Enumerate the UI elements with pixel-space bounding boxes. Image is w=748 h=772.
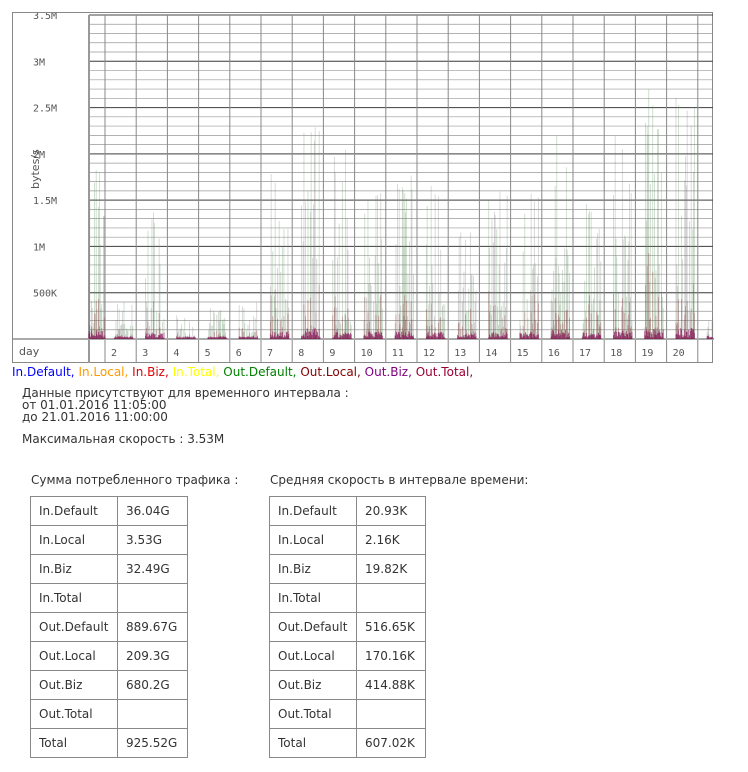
table-row: In.Default 36.04G <box>30 496 188 526</box>
x-tick-label: 6 <box>236 348 242 359</box>
metric-name: Out.Local <box>30 641 118 671</box>
table-row: Total 925.52G <box>30 728 188 758</box>
metric-value: 170.16K <box>356 641 426 671</box>
table-row: Out.Default 516.65K <box>269 612 426 642</box>
y-tick-label: 500K <box>33 289 57 300</box>
interval-info: Данные присутствуют для временного интер… <box>22 387 349 423</box>
metric-name: Total <box>30 728 118 758</box>
table-row: Out.Default 889.67G <box>30 612 188 642</box>
table-row: Out.Local 209.3G <box>30 641 188 671</box>
legend-in-biz: In.Biz, <box>132 365 169 379</box>
x-tick-label: 15 <box>517 348 529 359</box>
x-tick-label: 17 <box>579 348 591 359</box>
x-tick-label: 13 <box>454 348 466 359</box>
metric-value: 925.52G <box>117 728 188 758</box>
table-row: In.Total <box>30 583 188 613</box>
metric-name: Out.Local <box>269 641 357 671</box>
metric-name: Out.Default <box>269 612 357 642</box>
y-tick-label: 1.5M <box>33 196 57 207</box>
legend-out-default: Out.Default, <box>223 365 297 379</box>
metric-name: In.Default <box>30 496 118 526</box>
table-row: Out.Total <box>269 699 426 729</box>
table-row: Out.Biz 414.88K <box>269 670 426 700</box>
metric-name: Out.Total <box>30 699 118 729</box>
table-row: Out.Local 170.16K <box>269 641 426 671</box>
metric-value <box>117 583 188 613</box>
metric-value: 414.88K <box>356 670 426 700</box>
metric-name: Total <box>269 728 357 758</box>
y-tick-label: 3M <box>33 57 45 68</box>
table-row: Total 607.02K <box>269 728 426 758</box>
x-tick-label: 10 <box>361 348 373 359</box>
x-tick-label: 11 <box>392 348 404 359</box>
metric-name: Out.Biz <box>269 670 357 700</box>
metric-name: Out.Biz <box>30 670 118 700</box>
x-tick-label: 7 <box>267 348 273 359</box>
x-tick-label: 3 <box>142 348 148 359</box>
metric-name: In.Local <box>30 525 118 555</box>
metric-name: In.Biz <box>30 554 118 584</box>
table-row: In.Local 3.53G <box>30 525 188 555</box>
metric-name: In.Total <box>30 583 118 613</box>
metric-value: 36.04G <box>117 496 188 526</box>
metric-name: Out.Total <box>269 699 357 729</box>
table-row: In.Default 20.93K <box>269 496 426 526</box>
chart-legend: In.Default, In.Local, In.Biz, In.Total, … <box>12 365 473 379</box>
interval-to: до 21.01.2016 11:00:00 <box>22 410 168 424</box>
metric-value: 19.82K <box>356 554 426 584</box>
legend-out-biz: Out.Biz, <box>364 365 412 379</box>
legend-in-default: In.Default, <box>12 365 75 379</box>
table-row: In.Biz 32.49G <box>30 554 188 584</box>
max-speed: Максимальная скорость : 3.53M <box>22 432 225 446</box>
x-tick-label: 2 <box>111 348 117 359</box>
metric-name: In.Biz <box>269 554 357 584</box>
metric-value: 889.67G <box>117 612 188 642</box>
metric-name: In.Default <box>269 496 357 526</box>
y-tick-label: 2.5M <box>33 104 57 115</box>
metric-value: 680.2G <box>117 670 188 700</box>
x-tick-label: 14 <box>485 348 497 359</box>
x-tick-label: 18 <box>610 348 622 359</box>
metric-value <box>356 699 426 729</box>
chart-svg: 500K1M1.5M2M2.5M3M3.5Mbytes/sday 2 3 4 5 6 7 8 9… <box>13 13 714 363</box>
x-tick-label: 8 <box>298 348 304 359</box>
metric-value <box>356 583 426 613</box>
metric-value: 607.02K <box>356 728 426 758</box>
x-tick-label: 9 <box>329 348 335 359</box>
metric-value: 32.49G <box>117 554 188 584</box>
legend-out-total: Out.Total, <box>415 365 474 379</box>
metric-value: 516.65K <box>356 612 426 642</box>
legend-out-local: Out.Local, <box>300 365 361 379</box>
table-row: Out.Total <box>30 699 188 729</box>
x-tick-label: 12 <box>423 348 435 359</box>
metric-name: In.Local <box>269 525 357 555</box>
metric-value: 20.93K <box>356 496 426 526</box>
table-row: Out.Biz 680.2G <box>30 670 188 700</box>
legend-in-local: In.Local, <box>78 365 129 379</box>
x-tick-label: 5 <box>205 348 211 359</box>
x-tick-label: 4 <box>173 348 179 359</box>
metric-value: 3.53G <box>117 525 188 555</box>
x-tick-label: 20 <box>673 348 685 359</box>
avg-speed-table: In.Default 20.93K In.Local 2.16K In.Biz 19.82… <box>269 496 426 758</box>
y-axis-label: bytes/s <box>29 149 42 189</box>
x-axis-label: day <box>19 345 40 358</box>
traffic-chart: 500K 1M 1.5M 2M 2.5M 3M 3.5M bytes/s day 2 3 4 5 6 7 8 9… <box>12 12 714 363</box>
y-tick-label: 1M <box>33 242 45 253</box>
x-tick-label: 16 <box>548 348 560 359</box>
table-row: In.Total <box>269 583 426 613</box>
metric-name: In.Total <box>269 583 357 613</box>
avg-speed-caption: Средняя скорость в интервале времени: <box>270 473 529 487</box>
table-row: In.Local 2.16K <box>269 525 426 555</box>
traffic-sum-table: In.Default 36.04G In.Local 3.53G In.Biz 32.49… <box>30 496 188 758</box>
metric-name: Out.Default <box>30 612 118 642</box>
traffic-sum-caption: Сумма потребленного трафика : <box>31 473 239 487</box>
metric-value: 2.16K <box>356 525 426 555</box>
legend-in-total: In.Total, <box>172 365 220 379</box>
metric-value: 209.3G <box>117 641 188 671</box>
x-tick-label: 19 <box>641 348 653 359</box>
metric-value <box>117 699 188 729</box>
y-tick-label: 3.5M <box>33 13 57 22</box>
table-row: In.Biz 19.82K <box>269 554 426 584</box>
